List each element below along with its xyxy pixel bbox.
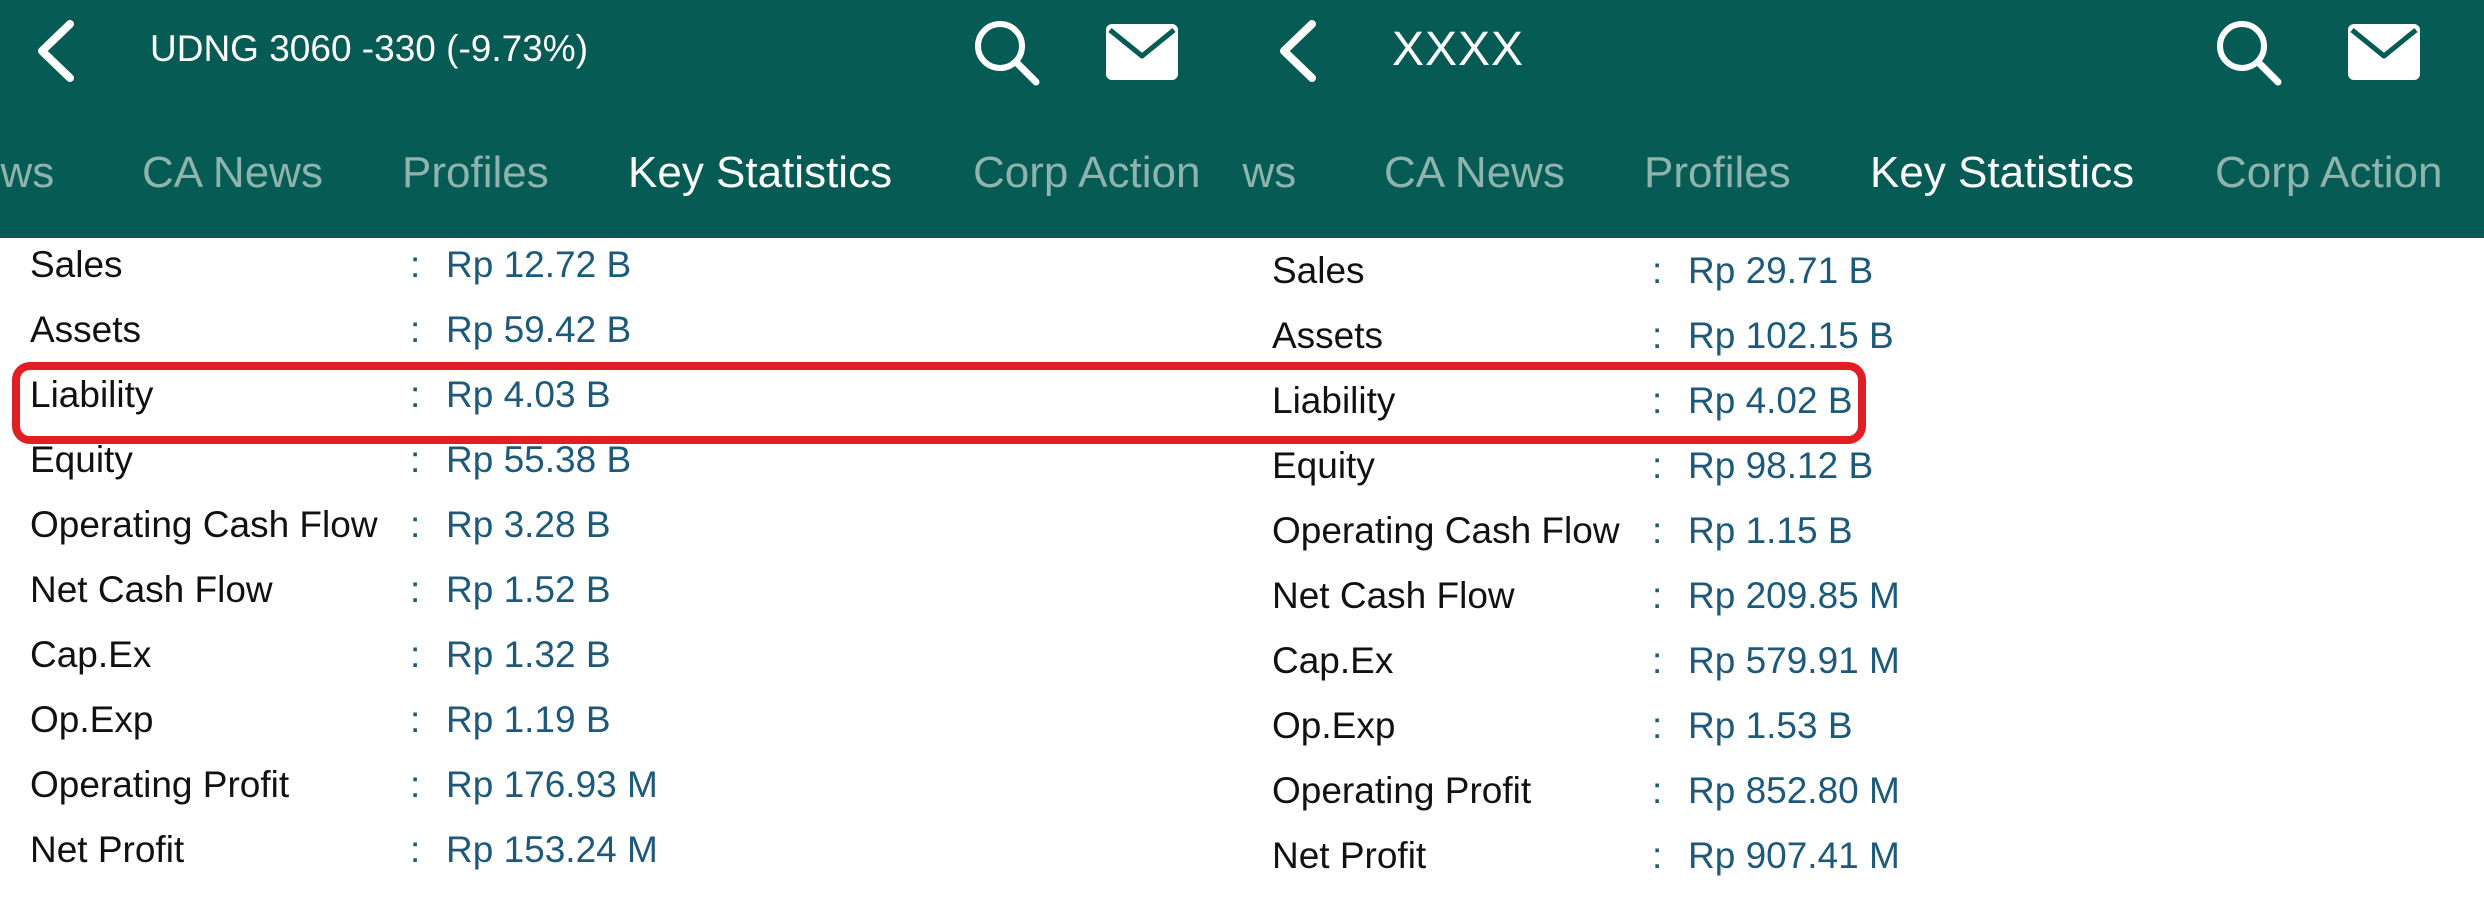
stat-row-sales: Sales : Rp 29.71 B: [1242, 250, 2484, 310]
stat-value: Rp 102.15 B: [1688, 315, 1894, 356]
stat-row-net-profit: Net Profit : Rp 907.41 M: [1242, 835, 2484, 895]
stat-value: Rp 55.38 B: [446, 439, 632, 480]
stat-value: Rp 1.53 B: [1688, 705, 1853, 746]
stat-separator: :: [410, 504, 421, 545]
stat-separator: :: [1652, 835, 1663, 876]
stat-value: Rp 176.93 M: [446, 764, 658, 805]
stat-separator: :: [1652, 575, 1663, 616]
stat-label: Net Cash Flow: [1272, 575, 1515, 616]
stat-separator: :: [410, 569, 421, 610]
stat-value: Rp 852.80 M: [1688, 770, 1900, 811]
liability-highlight-box: [12, 362, 1866, 444]
stat-value: Rp 98.12 B: [1688, 445, 1874, 486]
stat-value: Rp 907.41 M: [1688, 835, 1900, 876]
tab-key-statistics[interactable]: Key Statistics: [1870, 148, 2134, 198]
stat-value: Rp 579.91 M: [1688, 640, 1900, 681]
stat-value: Rp 1.19 B: [446, 699, 611, 740]
stat-value: Rp 3.28 B: [446, 504, 611, 545]
stat-separator: :: [1652, 445, 1663, 486]
header-bar: XXXX ews CA News Profiles Key Statistics…: [1242, 0, 2484, 238]
stat-label: Sales: [30, 244, 123, 285]
stat-label: Net Profit: [30, 829, 185, 870]
stat-row-capex: Cap.Ex : Rp 1.32 B: [0, 634, 1242, 694]
stat-value: Rp 1.32 B: [446, 634, 611, 675]
stat-label: Operating Cash Flow: [1272, 510, 1620, 551]
stat-row-operating-profit: Operating Profit : Rp 852.80 M: [1242, 770, 2484, 830]
search-icon[interactable]: [2212, 16, 2284, 88]
tab-profiles[interactable]: Profiles: [402, 148, 549, 198]
stock-title: UDNG 3060 -330 (-9.73%): [150, 28, 589, 69]
stat-separator: :: [1652, 770, 1663, 811]
stat-value: Rp 12.72 B: [446, 244, 632, 285]
tab-corp-action[interactable]: Corp Action: [973, 148, 1200, 198]
stat-separator: :: [1652, 315, 1663, 356]
tab-profiles[interactable]: Profiles: [1644, 148, 1791, 198]
header-bar: UDNG 3060 -330 (-9.73%) ews CA News Prof…: [0, 0, 1242, 238]
stat-value: Rp 209.85 M: [1688, 575, 1900, 616]
tab-news[interactable]: ews: [0, 148, 54, 198]
tab-ca-news[interactable]: CA News: [142, 148, 323, 198]
stat-label: Op.Exp: [1272, 705, 1396, 746]
stat-row-equity: Equity : Rp 55.38 B: [0, 439, 1242, 499]
stat-row-operating-profit: Operating Profit : Rp 176.93 M: [0, 764, 1242, 824]
stat-label: Sales: [1272, 250, 1365, 291]
mail-icon[interactable]: [2348, 24, 2420, 80]
tab-news[interactable]: ews: [1242, 148, 1296, 198]
stat-separator: :: [410, 634, 421, 675]
stat-label: Operating Profit: [30, 764, 290, 805]
stat-label: Net Profit: [1272, 835, 1427, 876]
stock-panel-left: UDNG 3060 -330 (-9.73%) ews CA News Prof…: [0, 0, 1242, 905]
chevron-left-icon[interactable]: [30, 18, 78, 84]
stat-label: Net Cash Flow: [30, 569, 273, 610]
stat-row-opexp: Op.Exp : Rp 1.53 B: [1242, 705, 2484, 765]
stat-label: Assets: [1272, 315, 1384, 356]
stat-row-net-cash-flow: Net Cash Flow : Rp 209.85 M: [1242, 575, 2484, 635]
search-icon[interactable]: [970, 16, 1042, 88]
stat-row-capex: Cap.Ex : Rp 579.91 M: [1242, 640, 2484, 700]
stat-value: Rp 59.42 B: [446, 309, 632, 350]
stat-label: Cap.Ex: [1272, 640, 1394, 681]
stat-separator: :: [1652, 640, 1663, 681]
stat-label: Equity: [1272, 445, 1375, 486]
stat-value: Rp 1.52 B: [446, 569, 611, 610]
stat-label: Operating Cash Flow: [30, 504, 378, 545]
mail-icon[interactable]: [1106, 24, 1178, 80]
stat-separator: :: [410, 699, 421, 740]
tab-ca-news[interactable]: CA News: [1384, 148, 1565, 198]
stat-value: Rp 1.15 B: [1688, 510, 1853, 551]
stat-value: Rp 29.71 B: [1688, 250, 1874, 291]
stat-label: Equity: [30, 439, 133, 480]
tab-key-statistics[interactable]: Key Statistics: [628, 148, 892, 198]
stat-separator: :: [1652, 705, 1663, 746]
tab-bar: ews CA News Profiles Key Statistics Corp…: [1242, 148, 2484, 208]
chevron-left-icon[interactable]: [1272, 18, 1320, 84]
stat-label: Operating Profit: [1272, 770, 1532, 811]
stat-row-sales: Sales : Rp 12.72 B: [0, 244, 1242, 304]
stat-value: Rp 153.24 M: [446, 829, 658, 870]
tab-bar: ews CA News Profiles Key Statistics Corp…: [0, 148, 1242, 208]
stat-row-assets: Assets : Rp 59.42 B: [0, 309, 1242, 369]
stat-row-equity: Equity : Rp 98.12 B: [1242, 445, 2484, 505]
tab-corp-action[interactable]: Corp Action: [2215, 148, 2442, 198]
stat-label: Op.Exp: [30, 699, 154, 740]
stat-separator: :: [410, 829, 421, 870]
stat-row-operating-cash-flow: Operating Cash Flow : Rp 1.15 B: [1242, 510, 2484, 570]
stat-row-opexp: Op.Exp : Rp 1.19 B: [0, 699, 1242, 759]
stat-separator: :: [1652, 250, 1663, 291]
stat-row-net-profit: Net Profit : Rp 153.24 M: [0, 829, 1242, 889]
stat-separator: :: [1652, 510, 1663, 551]
stat-row-net-cash-flow: Net Cash Flow : Rp 1.52 B: [0, 569, 1242, 629]
stat-separator: :: [410, 764, 421, 805]
stat-separator: :: [410, 439, 421, 480]
stock-title: XXXX: [1392, 23, 1525, 76]
stat-label: Assets: [30, 309, 142, 350]
stat-separator: :: [410, 244, 421, 285]
stock-panel-right: XXXX ews CA News Profiles Key Statistics…: [1242, 0, 2484, 905]
stat-row-operating-cash-flow: Operating Cash Flow : Rp 3.28 B: [0, 504, 1242, 564]
stat-separator: :: [410, 309, 421, 350]
stat-label: Cap.Ex: [30, 634, 152, 675]
